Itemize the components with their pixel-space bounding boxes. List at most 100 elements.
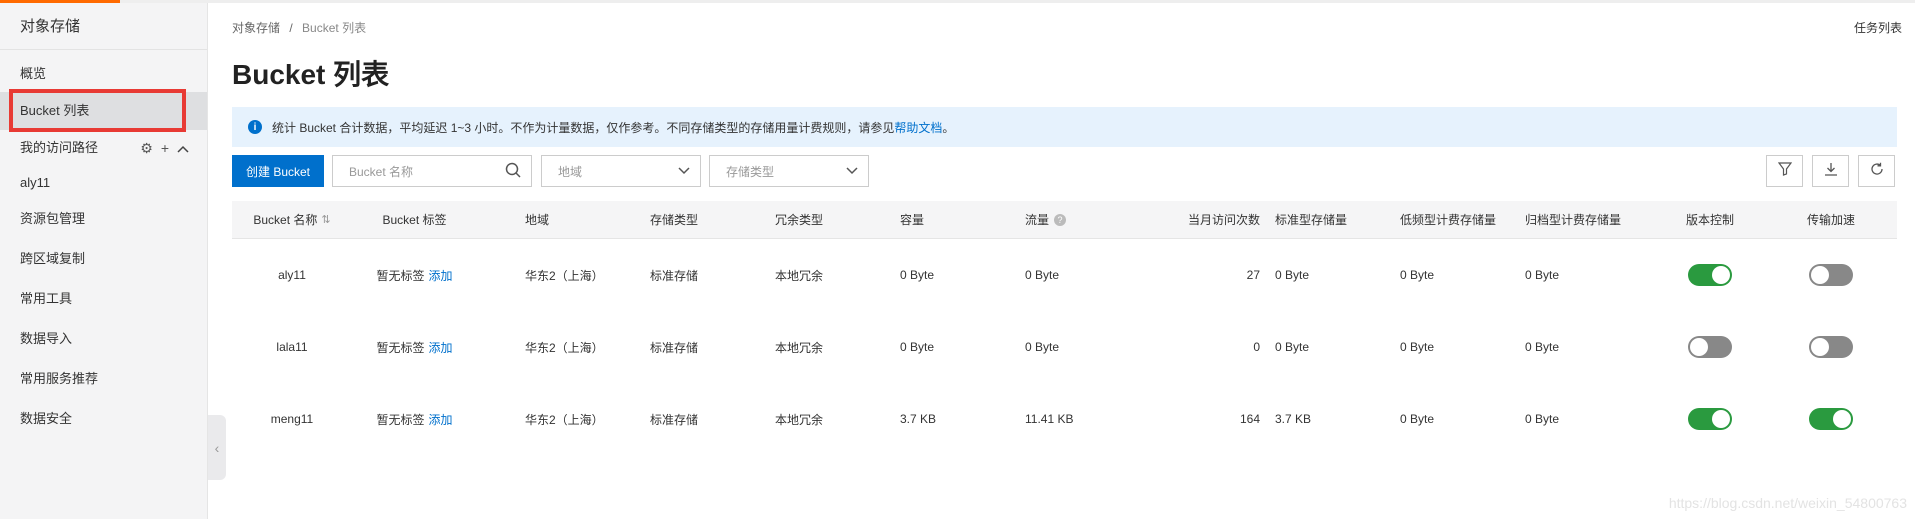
- col-bucket-name-label: Bucket 名称: [253, 213, 318, 227]
- table-row: lala11 暂无标签 添加 华东2（上海） 标准存储 本地冗余 0 Byte 0 Byte 0…: [232, 311, 1897, 383]
- help-icon[interactable]: ?: [1054, 213, 1067, 226]
- refresh-button[interactable]: [1858, 155, 1895, 187]
- cell-traffic: 0 Byte: [1025, 268, 1060, 282]
- notice-tail: 。: [942, 120, 955, 135]
- bucket-table: Bucket 名称 ⇅ Bucket 标签 地域 存储类型 冗余类型 容量 流量?…: [232, 201, 1897, 455]
- sort-icon[interactable]: ⇅: [321, 213, 330, 226]
- cell-traffic: 0 Byte: [1025, 340, 1060, 354]
- col-standard-storage: 标准型存储量: [1275, 213, 1348, 227]
- cell-redundancy: 本地冗余: [775, 412, 824, 427]
- cell-monthly-visits: 0: [1253, 340, 1260, 354]
- col-bucket-name[interactable]: Bucket 名称 ⇅: [232, 201, 352, 238]
- acceleration-toggle-switch[interactable]: [1809, 336, 1853, 358]
- download-icon: [1824, 162, 1838, 181]
- tag-empty-text: 暂无标签: [376, 340, 425, 355]
- sidebar-item-recommended-services[interactable]: 常用服务推荐: [0, 366, 207, 392]
- cell-capacity: 3.7 KB: [900, 412, 937, 426]
- acceleration-toggle-switch[interactable]: [1809, 264, 1853, 286]
- cell-redundancy: 本地冗余: [775, 268, 824, 283]
- filter-button[interactable]: [1766, 155, 1803, 187]
- cell-ia-storage: 0 Byte: [1400, 412, 1435, 426]
- cell-bucket-tag: 暂无标签 添加: [352, 311, 477, 383]
- sidebar-item-common-tools[interactable]: 常用工具: [0, 286, 207, 312]
- cell-standard-storage: 0 Byte: [1275, 268, 1310, 282]
- sidebar-access-paths: 我的访问路径 ⚙ +: [0, 135, 207, 161]
- chevron-left-icon: ‹: [214, 439, 220, 456]
- toggle-knob: [1690, 338, 1708, 356]
- sidebar-collapse-handle[interactable]: ‹: [208, 415, 226, 480]
- toggle-knob: [1833, 410, 1851, 428]
- notice-text: 统计 Bucket 合计数据，平均延迟 1~3 小时。不作为计量数据，仅作参考。…: [272, 120, 895, 135]
- cell-bucket-tag: 暂无标签 添加: [352, 383, 477, 455]
- breadcrumb-separator: /: [289, 21, 293, 35]
- table-row: aly11 暂无标签 添加 华东2（上海） 标准存储 本地冗余 0 Byte 0 Byte 27…: [232, 239, 1897, 311]
- sidebar-access-paths-label: 我的访问路径: [20, 140, 99, 155]
- cell-bucket-name[interactable]: aly11: [232, 239, 352, 311]
- main-content: 对象存储 / Bucket 列表 任务列表 Bucket 列表 i 统计 Buc…: [232, 3, 1902, 519]
- breadcrumb: 对象存储 / Bucket 列表: [232, 19, 366, 36]
- cell-bucket-tag: 暂无标签 添加: [352, 239, 477, 311]
- region-select[interactable]: 地域: [541, 155, 701, 187]
- cell-region: 华东2（上海）: [525, 412, 604, 427]
- versioning-toggle-switch[interactable]: [1688, 408, 1732, 430]
- cell-archive-storage: 0 Byte: [1525, 268, 1560, 282]
- filter-icon: [1777, 161, 1792, 181]
- sidebar-item-resource-packages[interactable]: 资源包管理: [0, 206, 207, 232]
- breadcrumb-root[interactable]: 对象存储: [232, 21, 280, 35]
- cell-bucket-name[interactable]: meng11: [232, 383, 352, 455]
- storage-type-select[interactable]: 存储类型: [709, 155, 869, 187]
- toggle-knob: [1811, 338, 1829, 356]
- create-bucket-button[interactable]: 创建 Bucket: [232, 155, 324, 187]
- page-title: Bucket 列表: [232, 59, 390, 90]
- versioning-toggle-switch[interactable]: [1688, 264, 1732, 286]
- cell-standard-storage: 0 Byte: [1275, 340, 1310, 354]
- versioning-toggle: [1650, 311, 1770, 383]
- add-tag-link[interactable]: 添加: [429, 411, 453, 428]
- toggle-knob: [1811, 266, 1829, 284]
- task-list-link[interactable]: 任务列表: [1854, 19, 1902, 36]
- sidebar-item-data-import[interactable]: 数据导入: [0, 326, 207, 352]
- cell-monthly-visits: 27: [1246, 268, 1260, 282]
- sidebar-item-overview[interactable]: 概览: [0, 59, 207, 89]
- chevron-down-icon: [678, 164, 690, 178]
- versioning-toggle-switch[interactable]: [1688, 336, 1732, 358]
- storage-type-placeholder: 存储类型: [726, 164, 775, 179]
- cell-storage-type: 标准存储: [650, 412, 699, 427]
- info-icon: i: [248, 120, 262, 134]
- col-archive-storage: 归档型计费存储量: [1525, 213, 1622, 227]
- cell-monthly-visits: 164: [1239, 412, 1260, 426]
- cell-archive-storage: 0 Byte: [1525, 412, 1560, 426]
- download-button[interactable]: [1812, 155, 1849, 187]
- col-redundancy: 冗余类型: [775, 213, 824, 227]
- acceleration-toggle-switch[interactable]: [1809, 408, 1853, 430]
- add-tag-link[interactable]: 添加: [429, 267, 453, 284]
- cell-bucket-name[interactable]: lala11: [232, 311, 352, 383]
- add-tag-link[interactable]: 添加: [429, 339, 453, 356]
- gear-icon[interactable]: ⚙: [140, 135, 153, 161]
- highlight-box: [9, 89, 186, 132]
- col-acceleration: 传输加速: [1806, 213, 1855, 227]
- cell-standard-storage: 3.7 KB: [1275, 412, 1312, 426]
- acceleration-toggle: [1770, 311, 1892, 383]
- cell-traffic: 11.41 KB: [1025, 412, 1074, 426]
- col-bucket-tag: Bucket 标签: [382, 213, 447, 227]
- bucket-search-input[interactable]: Bucket 名称: [332, 155, 532, 187]
- breadcrumb-current: Bucket 列表: [302, 21, 367, 35]
- info-notice: i 统计 Bucket 合计数据，平均延迟 1~3 小时。不作为计量数据，仅作参…: [232, 107, 1897, 147]
- cell-region: 华东2（上海）: [525, 268, 604, 283]
- chevron-up-icon[interactable]: [177, 135, 189, 161]
- help-doc-link[interactable]: 帮助文档: [894, 119, 942, 136]
- sidebar-item-data-security[interactable]: 数据安全: [0, 406, 207, 432]
- search-icon[interactable]: [505, 162, 521, 181]
- col-versioning: 版本控制: [1685, 213, 1734, 227]
- col-monthly-visits: 当月访问次数: [1187, 213, 1260, 227]
- col-storage-type: 存储类型: [650, 213, 699, 227]
- sidebar-item-cross-region-replication[interactable]: 跨区域复制: [0, 246, 207, 272]
- plus-icon[interactable]: +: [161, 135, 169, 161]
- cell-ia-storage: 0 Byte: [1400, 268, 1435, 282]
- refresh-icon: [1870, 162, 1884, 181]
- cell-storage-type: 标准存储: [650, 268, 699, 283]
- sidebar-item-path-aly11[interactable]: aly11: [0, 170, 207, 196]
- col-region: 地域: [525, 213, 550, 227]
- toggle-knob: [1712, 266, 1730, 284]
